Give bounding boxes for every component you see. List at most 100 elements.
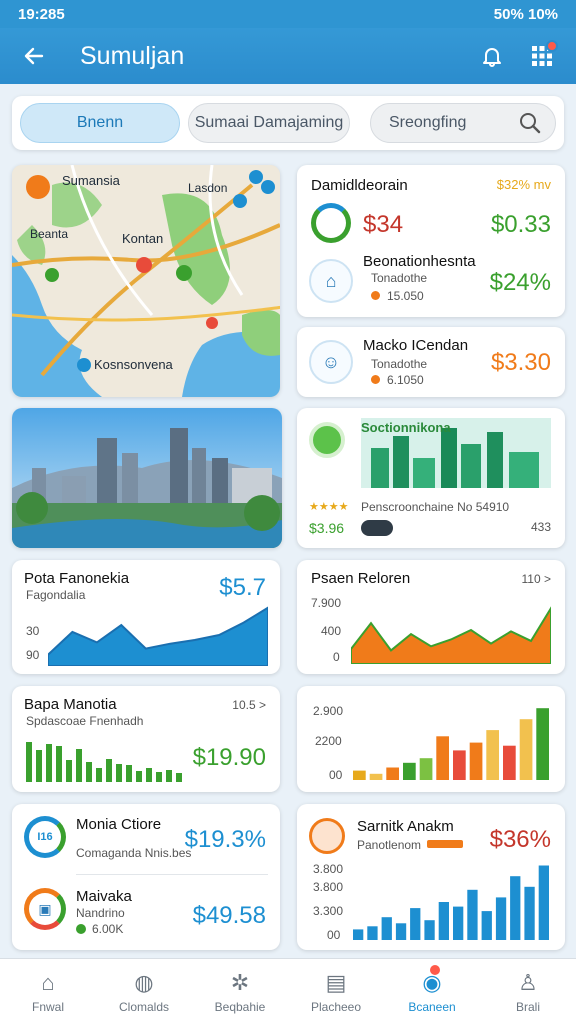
bapa-corner[interactable]: 10.5 > [232, 698, 266, 712]
bapa-price: $19.90 [192, 744, 266, 771]
multi-bar-1 [353, 770, 366, 780]
finance-ring-icon [311, 203, 351, 243]
page-title: Sumuljan [80, 41, 185, 70]
macko-price: $3.30 [490, 349, 551, 376]
search-text: Sreongfing [389, 114, 467, 131]
city-image [12, 408, 282, 548]
macko-card[interactable]: ☺ Macko ICendan Tonadothe 6.1050 $3.30 [297, 327, 565, 397]
finance-value-2: $0.33 [490, 211, 551, 238]
search-input[interactable]: Sreongfing [370, 103, 556, 143]
nav-item-fnwal[interactable]: ⌂ Fnwal [0, 959, 96, 1024]
nav-label-1: Fnwal [31, 999, 64, 1014]
bapa-title: Bapa Manotia [24, 696, 117, 713]
sarnitk-y2: 3.800 [313, 880, 344, 894]
psaen-area-chart [351, 606, 551, 664]
search-icon[interactable] [519, 112, 541, 134]
map-card[interactable]: Sumansia Beanta Kontan Lasdon Kosnsonven… [12, 165, 280, 397]
chat-icon: ▤ [325, 969, 347, 995]
bapa-bar-7 [86, 762, 92, 782]
nav-item-clomalds[interactable]: ◍ Clomalds [96, 959, 192, 1024]
bar-chart-card[interactable]: 2.900 2200 00 [297, 686, 565, 792]
bapa-bar-1 [26, 742, 32, 782]
nav-badge [430, 965, 440, 975]
sarnitk-bar-7 [438, 902, 449, 940]
sarnitk-sub: Panotlenom [357, 838, 422, 852]
multi-bar-chart [353, 708, 549, 780]
nav-item-beqbahie[interactable]: ✲ Beqbahie [192, 959, 288, 1024]
multi-bar-2 [369, 773, 383, 780]
psaen-corner[interactable]: 110 > [522, 572, 551, 586]
map-label-4: Lasdon [188, 181, 228, 195]
psaen-card[interactable]: Psaen Reloren 110 > 7.900 400 0 [297, 560, 565, 674]
monia-card[interactable]: I16 Monia Ctiore Comaganda Nnis.bes $19.… [12, 804, 280, 950]
map-label-3: Kontan [122, 231, 164, 246]
sarnitk-tag [427, 840, 463, 848]
nav-label-6: Brali [515, 999, 540, 1014]
sarnitk-bar-4 [395, 923, 407, 940]
bapa-bar-5 [66, 760, 72, 782]
status-right: 50% 10% [493, 5, 558, 23]
maivaka-small: 6.00K [92, 922, 124, 936]
status-bar: 19:285 50% 10% [0, 0, 576, 28]
multi-bar-4 [403, 762, 416, 780]
section-card[interactable]: Soctionnikona ★★★★ Penscroonchaine No 54… [297, 408, 565, 548]
macko-title: Macko ICendan [363, 337, 469, 354]
finance-card[interactable]: Damidldeorain $32% mv $34 $0.33 ⌂ Beonat… [297, 165, 565, 317]
city-photo-card[interactable] [12, 408, 282, 548]
pota-y2: 90 [26, 648, 40, 662]
sarnitk-bar-11 [495, 897, 507, 940]
map-label-5: Kosnsonvena [94, 357, 173, 372]
pota-area [48, 606, 268, 666]
maivaka-dot [76, 924, 86, 934]
section-toggle[interactable] [361, 520, 393, 536]
bapa-bar-9 [106, 759, 112, 782]
monia-ring-icon: I16 [24, 816, 66, 858]
notification-bell-icon[interactable] [474, 38, 510, 74]
pota-sub: Fagondalia [26, 588, 86, 602]
section-title: Soctionnikona [361, 420, 451, 435]
status-time: 19:285 [18, 5, 65, 23]
tab-bnenn[interactable]: Bnenn [20, 103, 180, 143]
bapa-bar-10 [116, 764, 122, 782]
nav-label-2: Clomalds [118, 999, 169, 1014]
pota-title: Pota Fanonekia [24, 570, 130, 587]
section-right: 433 [530, 520, 551, 534]
back-arrow-icon[interactable] [16, 38, 52, 74]
finance-item2-sub: Tonadothe [371, 271, 428, 285]
finance-delta: $32% mv [496, 177, 551, 192]
finance-item2-title: Beonationhesnta [363, 253, 476, 270]
bar2-y3: 00 [329, 768, 343, 782]
sarnitk-card[interactable]: Sarnitk Anakm Panotlenom $36% 3.800 3.80… [297, 804, 565, 950]
bapa-bar-16 [176, 773, 182, 782]
nav-item-brali[interactable]: ♙ Brali [480, 959, 576, 1024]
bapa-bar-13 [146, 768, 152, 782]
nav-label-3: Beqbahie [214, 999, 266, 1014]
finance-title: Damidldeorain [311, 177, 408, 194]
multi-bar-12 [536, 708, 549, 780]
nav-item-placheeo[interactable]: ▤ Placheeo [288, 959, 384, 1024]
nav-label-4: Placheeo [310, 999, 362, 1014]
grid-menu-icon[interactable] [524, 38, 560, 74]
bottom-navigation: ⌂ Fnwal ◍ Clomalds ✲ Beqbahie ▤ Placheeo… [0, 958, 576, 1024]
multi-bar-5 [419, 758, 433, 780]
bapa-bar-3 [46, 744, 52, 782]
bapa-bar-12 [136, 771, 142, 782]
pota-card[interactable]: Pota Fanonekia Fagondalia $5.7 30 90 [12, 560, 280, 674]
multi-bar-11 [519, 719, 533, 780]
sarnitk-pct: $36% [489, 826, 551, 853]
tab-sumaai[interactable]: Sumaai Damajaming [188, 103, 350, 143]
bapa-card[interactable]: Bapa Manotia Spdascoae Fnenhadh 10.5 > $… [12, 686, 280, 792]
sarnitk-bar-9 [467, 889, 478, 940]
nav-item-bcaneen[interactable]: ◉ Bcaneen [384, 959, 480, 1024]
finance-item2-small: 15.050 [387, 289, 424, 303]
pota-y1: 30 [26, 624, 40, 638]
sarnitk-y3: 3.300 [313, 904, 344, 918]
finance-value-1: $34 [363, 211, 404, 238]
section-stars: ★★★★ [309, 501, 349, 513]
sarnitk-bar-13 [524, 886, 535, 940]
notification-badge [546, 40, 558, 52]
multi-bar-9 [486, 730, 499, 780]
macko-small: 6.1050 [387, 373, 424, 387]
sarnitk-bar-2 [367, 926, 378, 940]
monia-divider [76, 874, 268, 875]
